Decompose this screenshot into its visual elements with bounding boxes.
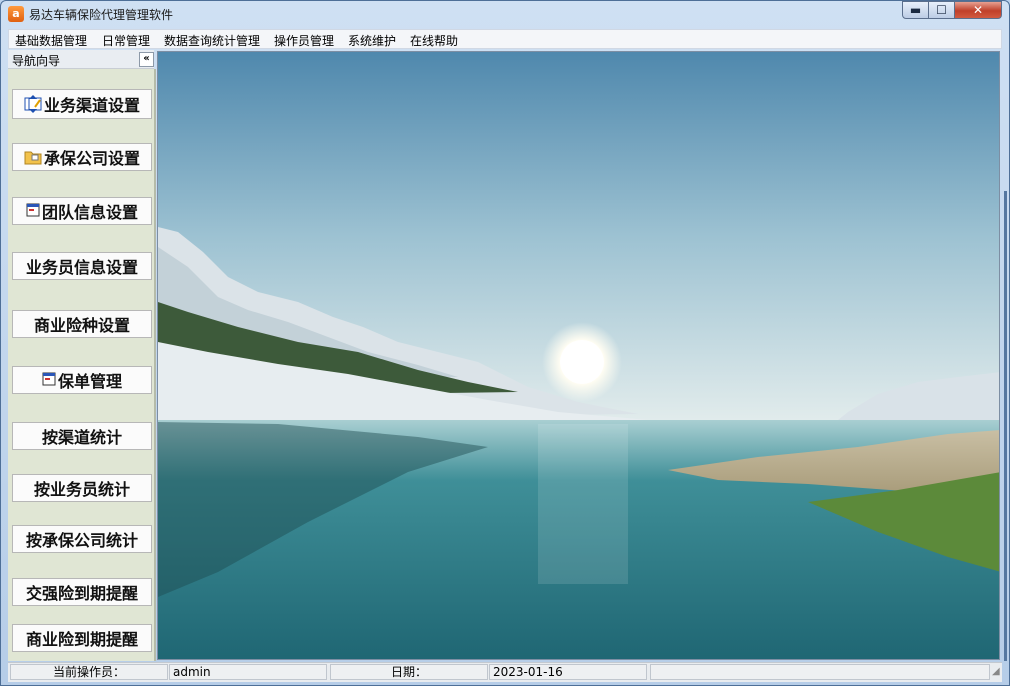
nav-channel-settings[interactable]: 业务渠道设置 — [12, 89, 152, 119]
nav-stats-by-agent[interactable]: 按业务员统计 — [12, 474, 152, 502]
title-bar[interactable]: a 易达车辆保险代理管理软件 ▬ ☐ ✕ — [1, 1, 1009, 29]
menu-query-stats[interactable]: 数据查询统计管理 — [164, 32, 260, 49]
window-title: 易达车辆保险代理管理软件 — [29, 8, 174, 22]
nav-label: 商业险到期提醒 — [25, 630, 138, 649]
nav-label: 业务员信息设置 — [25, 258, 138, 277]
nav-agent-settings[interactable]: 业务员信息设置 — [12, 252, 152, 280]
collapse-nav-button[interactable]: « — [139, 52, 154, 67]
menu-help[interactable]: 在线帮助 — [410, 32, 458, 49]
close-button[interactable]: ✕ — [954, 1, 1002, 19]
main-background-area — [157, 51, 1000, 660]
nav-label: 按承保公司统计 — [25, 531, 138, 550]
nav-stats-by-channel[interactable]: 按渠道统计 — [12, 422, 152, 450]
nav-label: 保单管理 — [57, 372, 122, 391]
nav-compulsory-expiry[interactable]: 交强险到期提醒 — [12, 578, 152, 606]
nav-team-settings[interactable]: 团队信息设置 — [12, 197, 152, 225]
status-operator-value: admin — [169, 664, 327, 680]
menu-maintenance[interactable]: 系统维护 — [348, 32, 396, 49]
status-date-label: 日期： — [330, 664, 488, 680]
nav-panel: 业务渠道设置 承保公司设置 团队信息设置 业务员信息设置 商业险种设置 保单管理… — [8, 69, 156, 661]
nav-policy-management[interactable]: 保单管理 — [12, 366, 152, 394]
window-icon — [26, 202, 40, 220]
status-bar: 当前操作员： admin 日期： 2023-01-16 ◢ — [8, 662, 1002, 682]
channel-icon — [24, 95, 42, 113]
lake-landscape-image — [158, 52, 999, 659]
window-icon — [42, 371, 56, 389]
resize-grip-icon[interactable]: ◢ — [992, 666, 1002, 678]
nav-label: 商业险种设置 — [33, 316, 130, 335]
nav-stats-by-insurer[interactable]: 按承保公司统计 — [12, 525, 152, 553]
minimize-button[interactable]: ▬ — [902, 1, 929, 19]
folder-icon — [24, 148, 42, 166]
window-edge-accent — [1004, 191, 1007, 661]
nav-insurer-settings[interactable]: 承保公司设置 — [12, 143, 152, 171]
nav-header: 导航向导 « — [8, 50, 154, 69]
status-empty-panel — [650, 664, 990, 680]
menu-operators[interactable]: 操作员管理 — [274, 32, 334, 49]
menu-bar: 基础数据管理 日常管理 数据查询统计管理 操作员管理 系统维护 在线帮助 — [8, 29, 1002, 49]
app-icon: a — [8, 6, 24, 22]
nav-label: 业务渠道设置 — [43, 96, 140, 115]
status-operator-label: 当前操作员： — [10, 664, 168, 680]
nav-commercial-expiry[interactable]: 商业险到期提醒 — [12, 624, 152, 652]
maximize-button[interactable]: ☐ — [928, 1, 955, 19]
nav-commercial-types[interactable]: 商业险种设置 — [12, 310, 152, 338]
app-window: a 易达车辆保险代理管理软件 ▬ ☐ ✕ 基础数据管理 日常管理 数据查询统计管… — [0, 0, 1010, 686]
menu-basic-data[interactable]: 基础数据管理 — [15, 32, 87, 49]
status-date-value: 2023-01-16 — [489, 664, 647, 680]
nav-label: 团队信息设置 — [41, 203, 138, 222]
nav-label: 承保公司设置 — [43, 149, 140, 168]
nav-label: 按业务员统计 — [33, 480, 130, 499]
nav-label: 按渠道统计 — [41, 428, 122, 447]
menu-daily[interactable]: 日常管理 — [102, 32, 150, 49]
nav-title: 导航向导 — [12, 54, 61, 68]
nav-label: 交强险到期提醒 — [25, 584, 138, 603]
